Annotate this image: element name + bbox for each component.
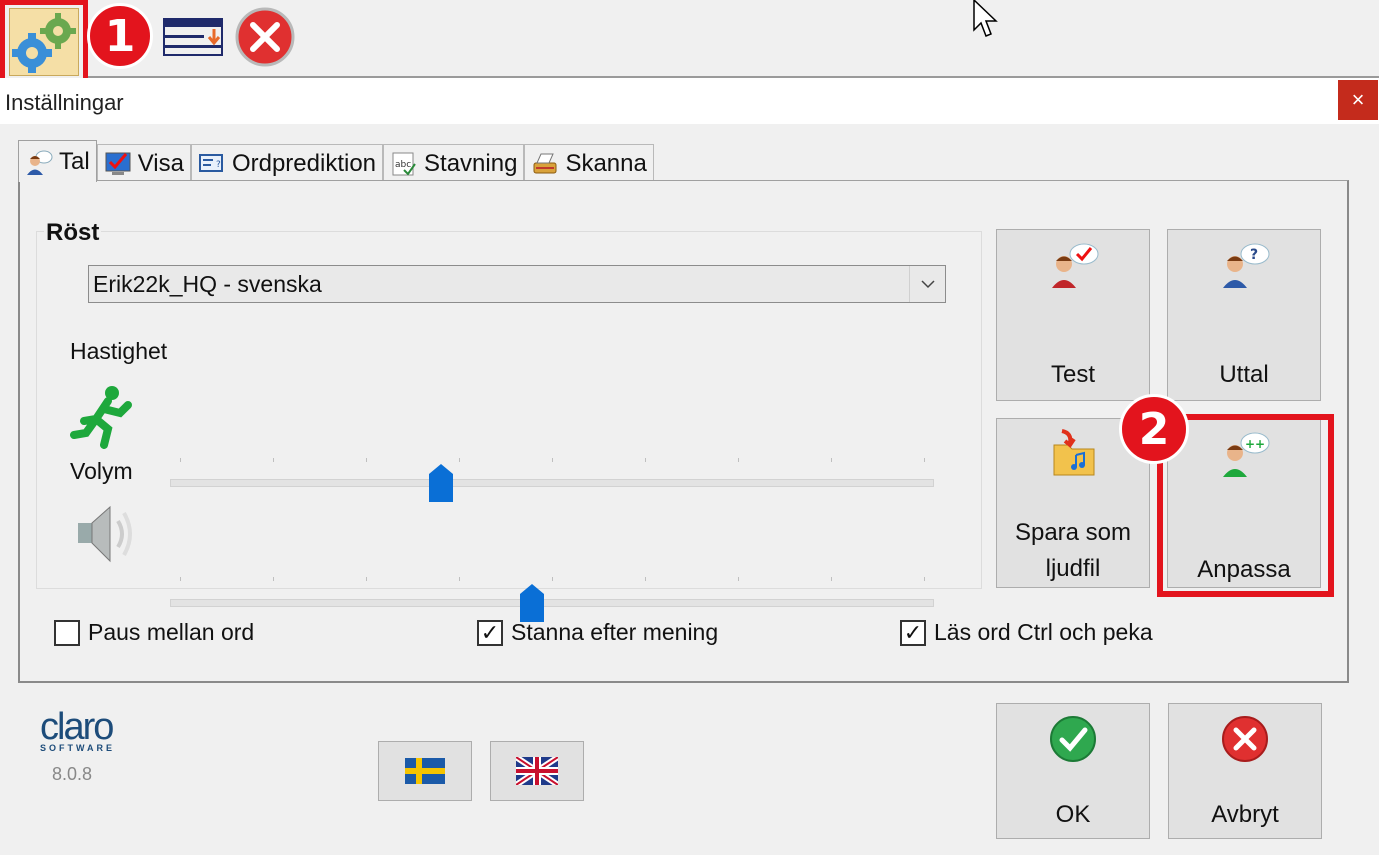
chevron-down-icon [909,266,945,302]
slider-tick [459,458,460,462]
tab-ordprediktion[interactable]: ? Ordprediktion [190,144,384,182]
checkbox-las-ord[interactable]: ✓ Läs ord Ctrl och peka [900,619,1153,646]
checkbox-label: Paus mellan ord [88,619,255,645]
english-language-button[interactable] [490,741,584,801]
ok-button[interactable]: OK [996,703,1150,839]
folder-music-icon [1053,429,1095,476]
tab-skanna[interactable]: Skanna [524,144,654,182]
close-toolbar-button[interactable] [234,6,296,68]
tab-label: Skanna [565,149,647,177]
tab-tal[interactable]: Tal [18,140,97,182]
tab-label: Tal [59,147,90,175]
ok-button-label: OK [1055,801,1091,828]
dialog-close-button[interactable]: × [1338,80,1378,120]
claro-logo: claro SOFTWARE [40,708,115,753]
slider-tick [273,577,274,581]
slider-tick [645,577,646,581]
volume-label: Volym [70,458,133,484]
save-audio-label-line1: Spara som [1014,519,1132,546]
checkbox-paus[interactable]: Paus mellan ord [54,619,254,646]
step-marker-1: 1 [87,3,153,69]
cancel-button-label: Avbryt [1211,801,1279,828]
green-check-icon [1050,716,1096,762]
speaker-volume-icon [78,505,132,563]
voice-group-label: Röst [44,219,102,247]
slider-tick [180,458,181,462]
version-text: 8.0.8 [52,764,93,784]
logo-name: claro [40,706,114,748]
tab-stavning[interactable]: abc Stavning [383,144,525,182]
slider-tick [645,458,646,462]
uk-flag-icon [516,757,558,785]
minimize-toolbar-button[interactable] [160,14,226,60]
speed-slider-thumb[interactable] [429,464,454,502]
checkmark-monitor-icon [105,152,131,175]
checkbox-box[interactable] [54,619,80,646]
tab-visa[interactable]: Visa [96,144,191,182]
speed-label: Hastighet [70,338,168,364]
speed-slider-track[interactable] [170,479,934,487]
slider-tick [552,458,553,462]
speech-check-icon [1052,243,1099,288]
speech-question-icon: ? [1223,243,1270,288]
svg-text:?: ? [1250,247,1258,263]
slider-tick [738,458,739,462]
checkbox-label: Stanna efter mening [511,619,719,645]
cancel-button[interactable]: Avbryt [1168,703,1322,839]
tab-label: Stavning [424,149,518,177]
minimize-window-icon [163,18,223,56]
tab-label: Visa [137,149,184,177]
save-audio-button-label: Spara som ljudfil [997,515,1149,587]
logo-sub: SOFTWARE [40,743,115,753]
volume-slider-track[interactable] [170,599,934,607]
uttal-button-label: Uttal [1219,361,1269,388]
test-button[interactable]: Test [996,229,1150,401]
slider-tick [924,458,925,462]
speaker-person-icon [27,150,53,175]
dialog-title: Inställningar [5,90,124,115]
svg-text:abc: abc [395,160,411,170]
checkbox-box[interactable]: ✓ [477,619,503,646]
spelling-abc-icon: abc [392,152,416,176]
top-toolbar: 1 [0,0,1379,84]
checkbox-stanna[interactable]: ✓ Stanna efter mening [477,619,718,646]
slider-tick [552,577,553,581]
slider-tick [273,458,274,462]
slider-tick [366,577,367,581]
voice-select-value: Erik22k_HQ - svenska [93,270,322,297]
swedish-flag-icon [405,758,445,784]
test-button-label: Test [1050,361,1095,388]
voice-select[interactable]: Erik22k_HQ - svenska [88,265,946,303]
uttal-button[interactable]: ? Uttal [1167,229,1321,401]
slider-tick [924,577,925,581]
slider-tick [459,577,460,581]
gears-icon [9,8,79,76]
slider-tick [738,577,739,581]
slider-tick [831,458,832,462]
dialog-titlebar: Inställningar × [0,78,1379,124]
slider-tick [180,577,181,581]
mouse-cursor-icon [973,0,998,37]
checkbox-label: Läs ord Ctrl och peka [934,619,1153,645]
scanner-icon [533,153,557,173]
svg-text:?: ? [216,160,221,170]
volume-slider-thumb[interactable] [520,584,545,622]
running-man-icon [70,386,132,449]
word-prediction-icon: ? [198,153,223,172]
slider-tick [831,577,832,581]
red-cancel-icon [1222,716,1268,762]
red-close-icon [235,7,295,67]
tab-label: Ordprediktion [231,149,377,177]
save-audio-label-line2: ljudfil [1045,555,1101,582]
swedish-language-button[interactable] [378,741,472,801]
tab-strip: Tal Visa ? Ordprediktion abc Stavning Sk… [18,140,654,182]
slider-tick [366,458,367,462]
settings-toolbar-button[interactable] [0,0,88,84]
step-marker-2: 2 [1119,394,1189,464]
checkbox-box[interactable]: ✓ [900,619,926,646]
